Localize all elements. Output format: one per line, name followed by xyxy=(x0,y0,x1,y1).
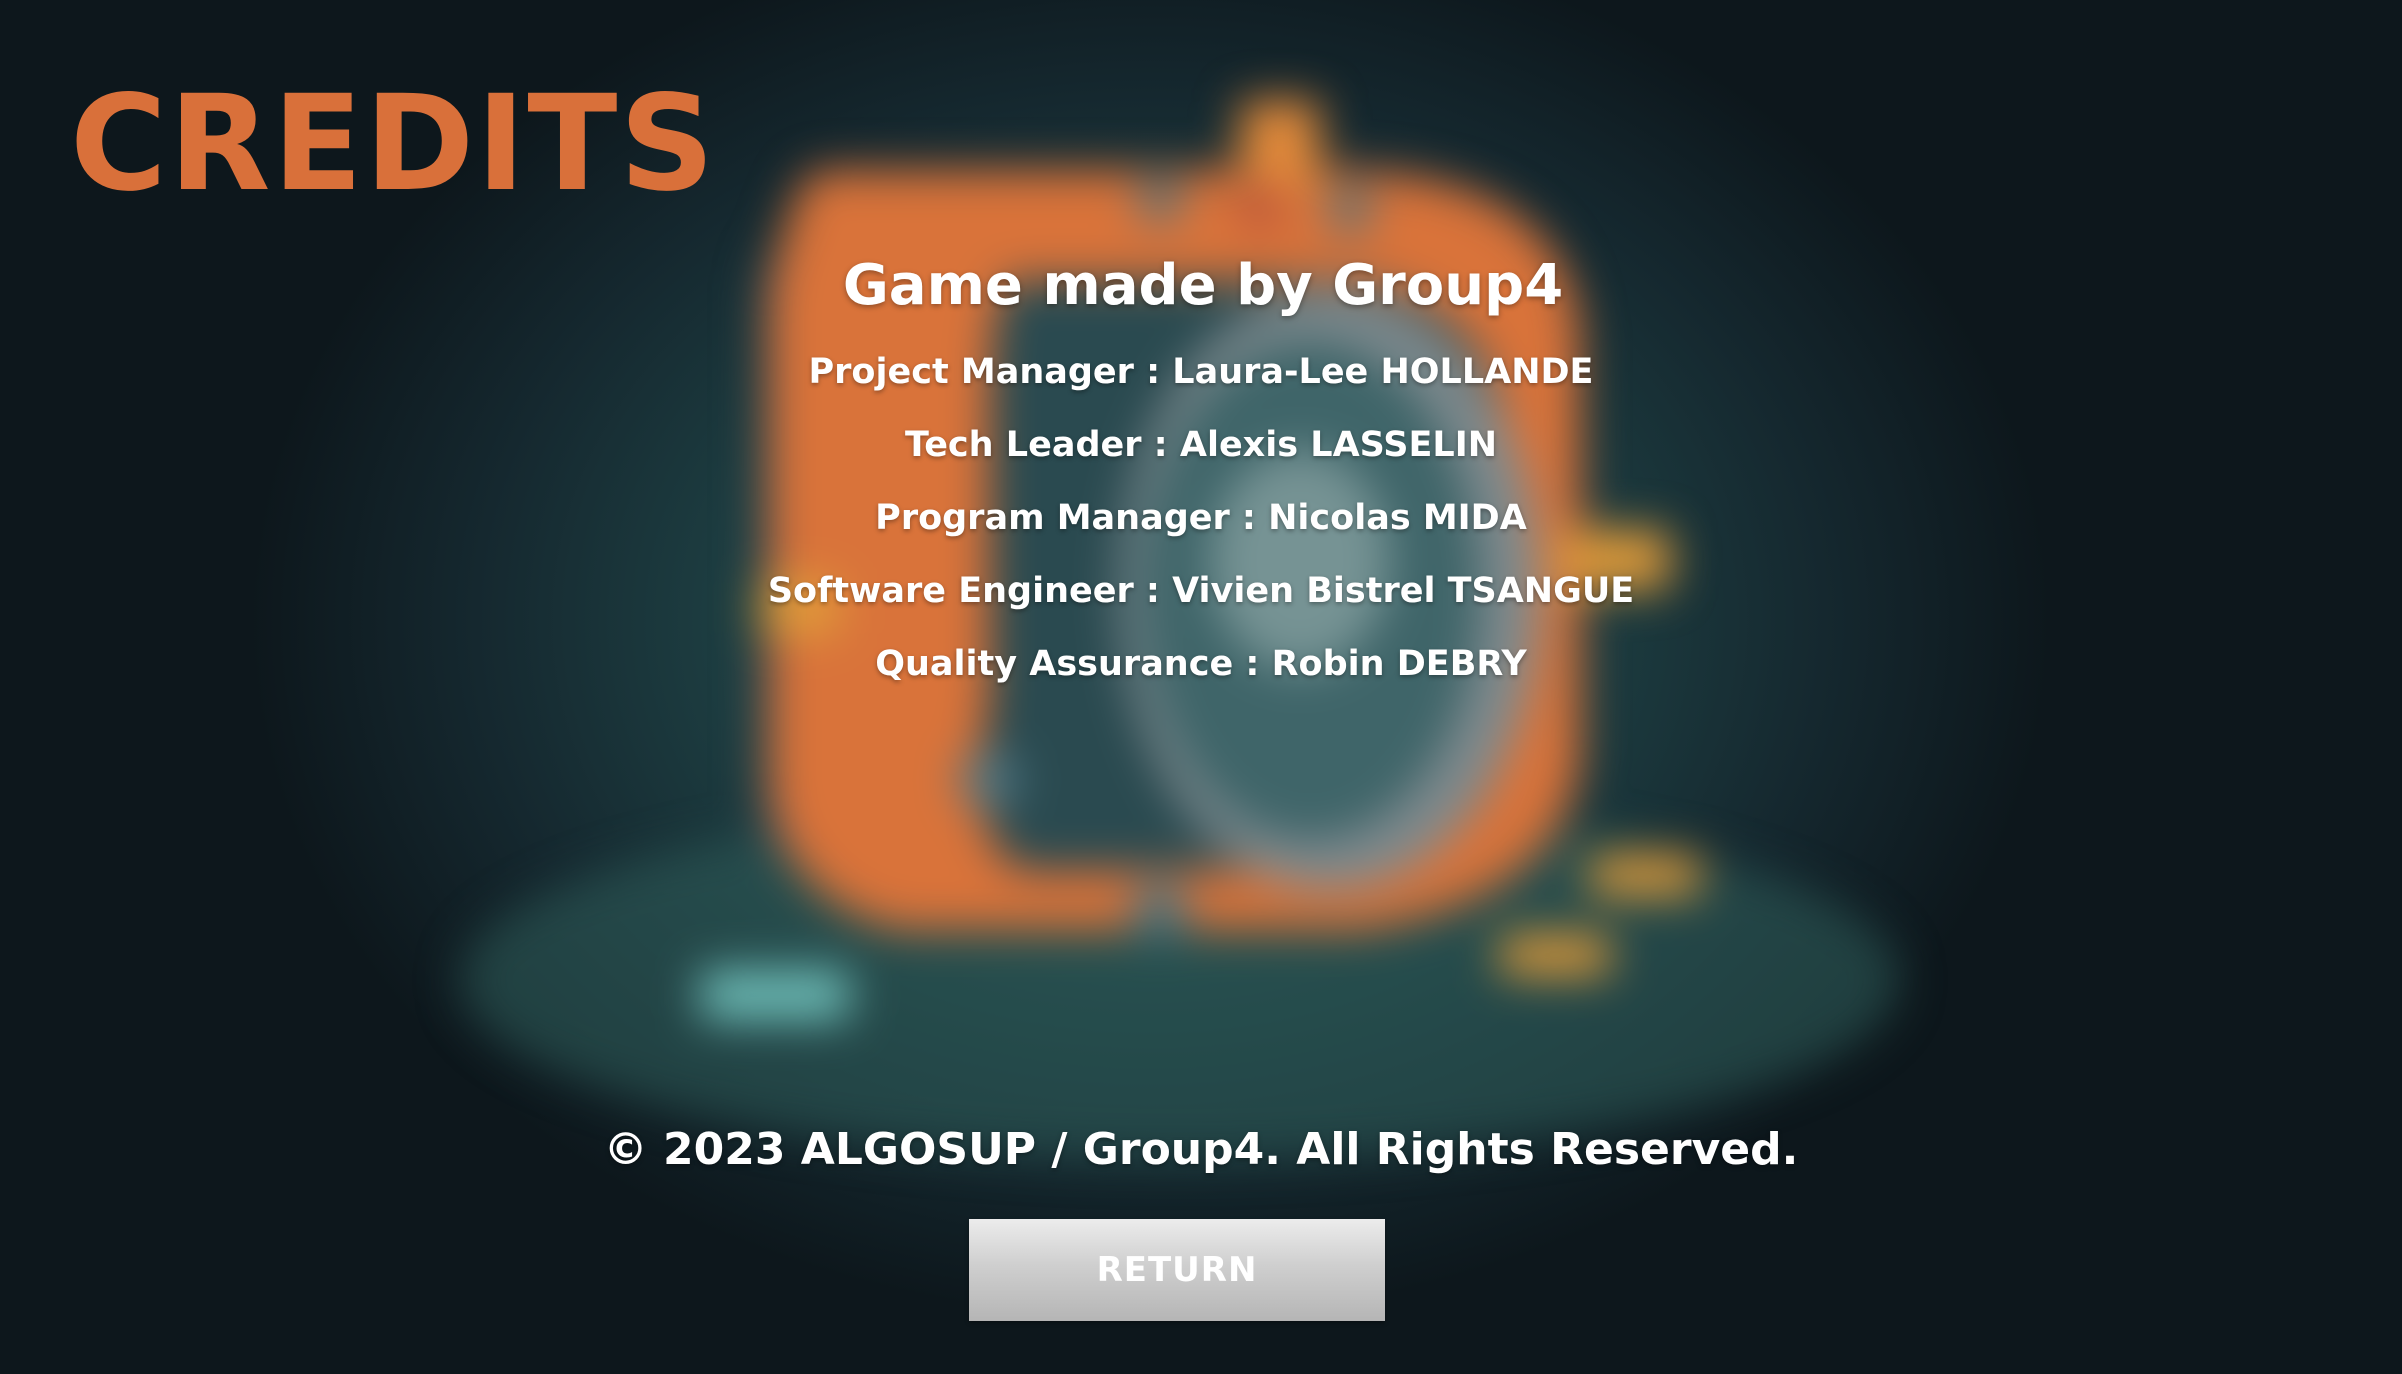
team-role-tech-leader: Tech Leader : Alexis LASSELIN xyxy=(904,425,1498,465)
credits-heading: Game made by Group4 xyxy=(842,253,1564,318)
team-role-list: Project Manager : Laura-Lee HOLLANDE Tec… xyxy=(0,336,2402,701)
team-role-software-engineer: Software Engineer : Vivien Bistrel TSANG… xyxy=(767,571,1635,611)
credits-title: CREDITS xyxy=(70,67,717,221)
credits-content: Game made by Group4 Project Manager : La… xyxy=(0,250,2402,701)
team-role-quality-assurance: Quality Assurance : Robin DEBRY xyxy=(875,644,1527,684)
credits-screen: CREDITS Game made by Group4 Project Mana… xyxy=(0,0,2402,1374)
return-button[interactable]: RETURN xyxy=(969,1219,1385,1321)
team-role-program-manager: Program Manager : Nicolas MIDA xyxy=(875,498,1527,538)
copyright-notice: © 2023 ALGOSUP / Group4. All Rights Rese… xyxy=(603,1124,1799,1175)
team-role-project-manager: Project Manager : Laura-Lee HOLLANDE xyxy=(808,352,1594,392)
